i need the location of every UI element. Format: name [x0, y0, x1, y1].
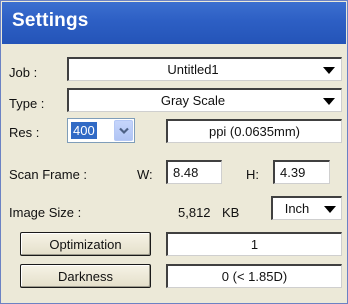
darkness-button[interactable]: Darkness	[20, 264, 151, 288]
type-dropdown[interactable]: Gray Scale	[67, 88, 342, 112]
scan-frame-height-input[interactable]: 4.39	[273, 160, 330, 184]
optimization-value: 1	[250, 237, 259, 252]
job-value: Untitled1	[167, 62, 219, 77]
darkness-value-field: 0 (< 1.85D)	[166, 264, 342, 288]
res-unit-field: ppi (0.0635mm)	[166, 119, 342, 143]
image-size-unit-dropdown[interactable]: Inch	[271, 196, 342, 220]
optimization-value-field: 1	[166, 232, 342, 256]
image-size-unit-value: Inch	[284, 201, 310, 216]
res-dropdown-button[interactable]	[114, 120, 133, 141]
scan-frame-label: Scan Frame :	[9, 167, 88, 182]
image-size-unit: KB	[222, 205, 240, 220]
settings-panel: Settings Job : Untitled1 Type : Gray Sca…	[0, 0, 348, 304]
job-label: Job :	[9, 65, 38, 80]
scan-frame-width-input[interactable]: 8.48	[166, 160, 222, 184]
res-value: 400	[71, 122, 97, 139]
image-size-label: Image Size :	[9, 205, 82, 220]
scan-frame-height-value: 4.39	[280, 165, 306, 180]
darkness-value: 0 (< 1.85D)	[221, 269, 288, 284]
dropdown-arrow-icon	[324, 206, 336, 213]
job-dropdown[interactable]: Untitled1	[67, 57, 342, 81]
title-bar: Settings	[2, 2, 346, 44]
res-unit-value: ppi (0.0635mm)	[208, 124, 301, 139]
optimization-button[interactable]: Optimization	[20, 232, 151, 256]
scan-frame-width-value: 8.48	[173, 165, 199, 180]
image-size-value: 5,812	[178, 205, 211, 220]
chevron-down-icon	[119, 127, 129, 135]
type-value: Gray Scale	[160, 93, 226, 108]
res-label: Res :	[9, 125, 40, 140]
scan-frame-h-label: H:	[246, 167, 259, 182]
type-label: Type :	[9, 96, 45, 111]
dropdown-arrow-icon	[323, 98, 335, 105]
dropdown-arrow-icon	[323, 67, 335, 74]
scan-frame-w-label: W:	[137, 167, 153, 182]
res-select[interactable]: 400	[67, 118, 135, 143]
panel-title: Settings	[12, 10, 89, 31]
